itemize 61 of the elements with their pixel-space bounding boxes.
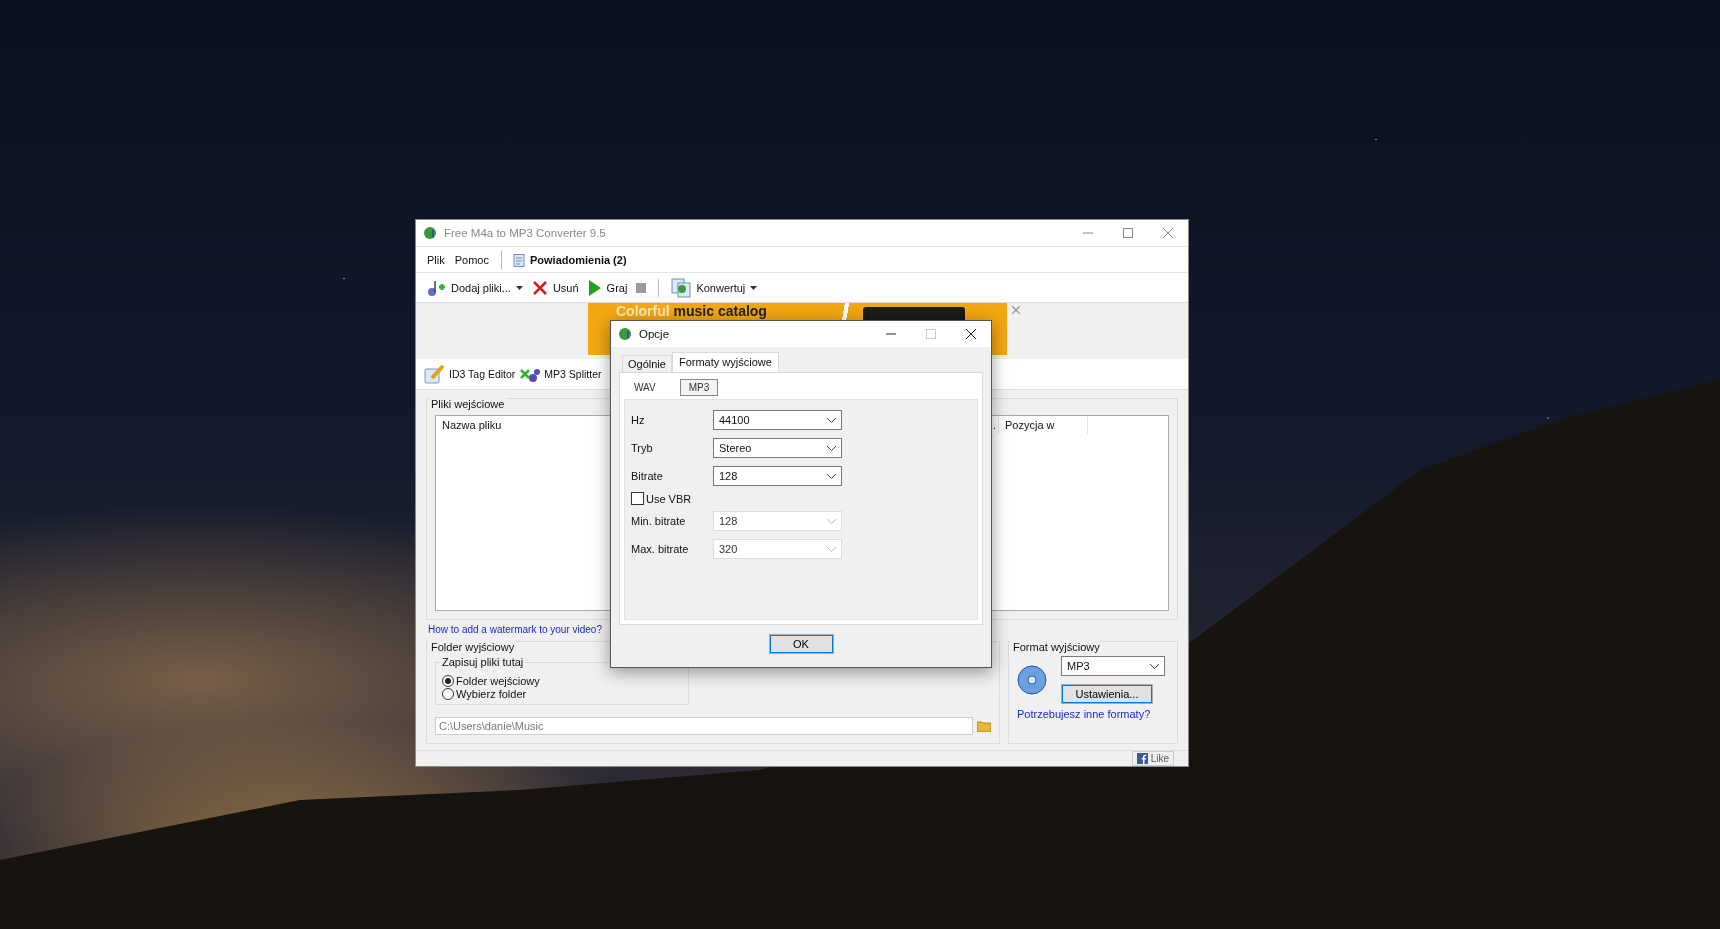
field-label: Max. bitrate (631, 543, 690, 555)
folder-icon[interactable] (977, 720, 991, 732)
app-logo-icon (423, 225, 439, 241)
menu-item[interactable]: Plik (426, 251, 446, 268)
chevron-down-icon (827, 518, 836, 524)
app-logo-icon (618, 326, 634, 342)
chevron-down-icon (827, 473, 836, 479)
stop-icon (636, 282, 647, 293)
field-label: Hz (631, 414, 646, 426)
dropdown[interactable]: Stereo (713, 438, 842, 458)
convert-icon (671, 277, 692, 298)
chevron-down-icon (827, 445, 836, 451)
maximize-icon[interactable] (1123, 228, 1133, 238)
radio-option[interactable]: Wybierz folder (442, 688, 682, 700)
dropdown[interactable]: 128 (713, 466, 842, 486)
help-link[interactable]: How to add a watermark to your video? (428, 624, 602, 635)
group-label: Pliki wejściowe (429, 398, 507, 410)
ad-headline: Colorful music catalog (616, 303, 767, 319)
pencil-icon (424, 364, 446, 384)
toolbar-button[interactable]: Graj (587, 278, 628, 297)
facebook-logo-icon (1136, 753, 1148, 764)
close-ad-icon[interactable] (1012, 306, 1020, 314)
window-title: Free M4a to MP3 Converter 9.5 (444, 227, 606, 239)
ok-button[interactable]: OK (768, 634, 834, 654)
tab[interactable]: MP3 (679, 378, 719, 396)
column-header[interactable]: Pozycja w (999, 416, 1088, 434)
clipboard-icon (513, 252, 525, 267)
toolbar-button[interactable]: Konwertuj (671, 277, 758, 298)
toolbar-button[interactable]: Usuń (531, 279, 579, 296)
settings-button[interactable]: Ustawienia... (1061, 684, 1153, 704)
path-field[interactable]: C:\Users\danie\Music (435, 717, 973, 735)
x-icon (531, 279, 548, 296)
tool-link[interactable]: ID3 Tag Editor (424, 364, 516, 384)
close-icon[interactable] (966, 329, 976, 339)
group-label: Zapisuj pliki tutaj (440, 656, 526, 668)
play-icon (587, 278, 602, 297)
disc-icon (1017, 665, 1047, 695)
chevron-down-icon (827, 546, 836, 552)
toolbar-button[interactable]: Dodaj pliki... (426, 277, 523, 298)
tool-link[interactable]: MP3 Splitter (519, 364, 602, 384)
chevron-down-icon (827, 417, 836, 423)
field-label: Tryb (631, 442, 654, 454)
radio-option[interactable]: Folder wejściowy (442, 675, 682, 687)
checkbox-option[interactable]: Use VBR (631, 492, 971, 505)
group-label: Format wyjściowy (1011, 641, 1102, 653)
maximize-icon (926, 329, 936, 339)
field-label: Bitrate (631, 470, 664, 482)
menu-item[interactable]: Pomoc (453, 251, 490, 268)
like-button[interactable]: Like (1131, 751, 1174, 766)
notifications-button[interactable]: Powiadomienia (2) (513, 252, 627, 267)
tab[interactable]: Formaty wyjściowe (671, 352, 779, 372)
format-dropdown[interactable]: MP3 (1061, 656, 1165, 676)
field-label: Min. bitrate (631, 515, 687, 527)
chevron-down-icon (1150, 663, 1159, 669)
group-label: Folder wyjściowy (429, 641, 517, 653)
tab[interactable]: Ogólnie (622, 355, 672, 372)
dialog-title: Opcje (639, 328, 670, 340)
more-formats-link[interactable]: Potrzebujesz inne formaty? (1017, 708, 1151, 720)
toolbar-button[interactable] (636, 282, 647, 293)
dropdown[interactable]: 44100 (713, 410, 842, 430)
tab[interactable]: WAV (630, 380, 660, 394)
